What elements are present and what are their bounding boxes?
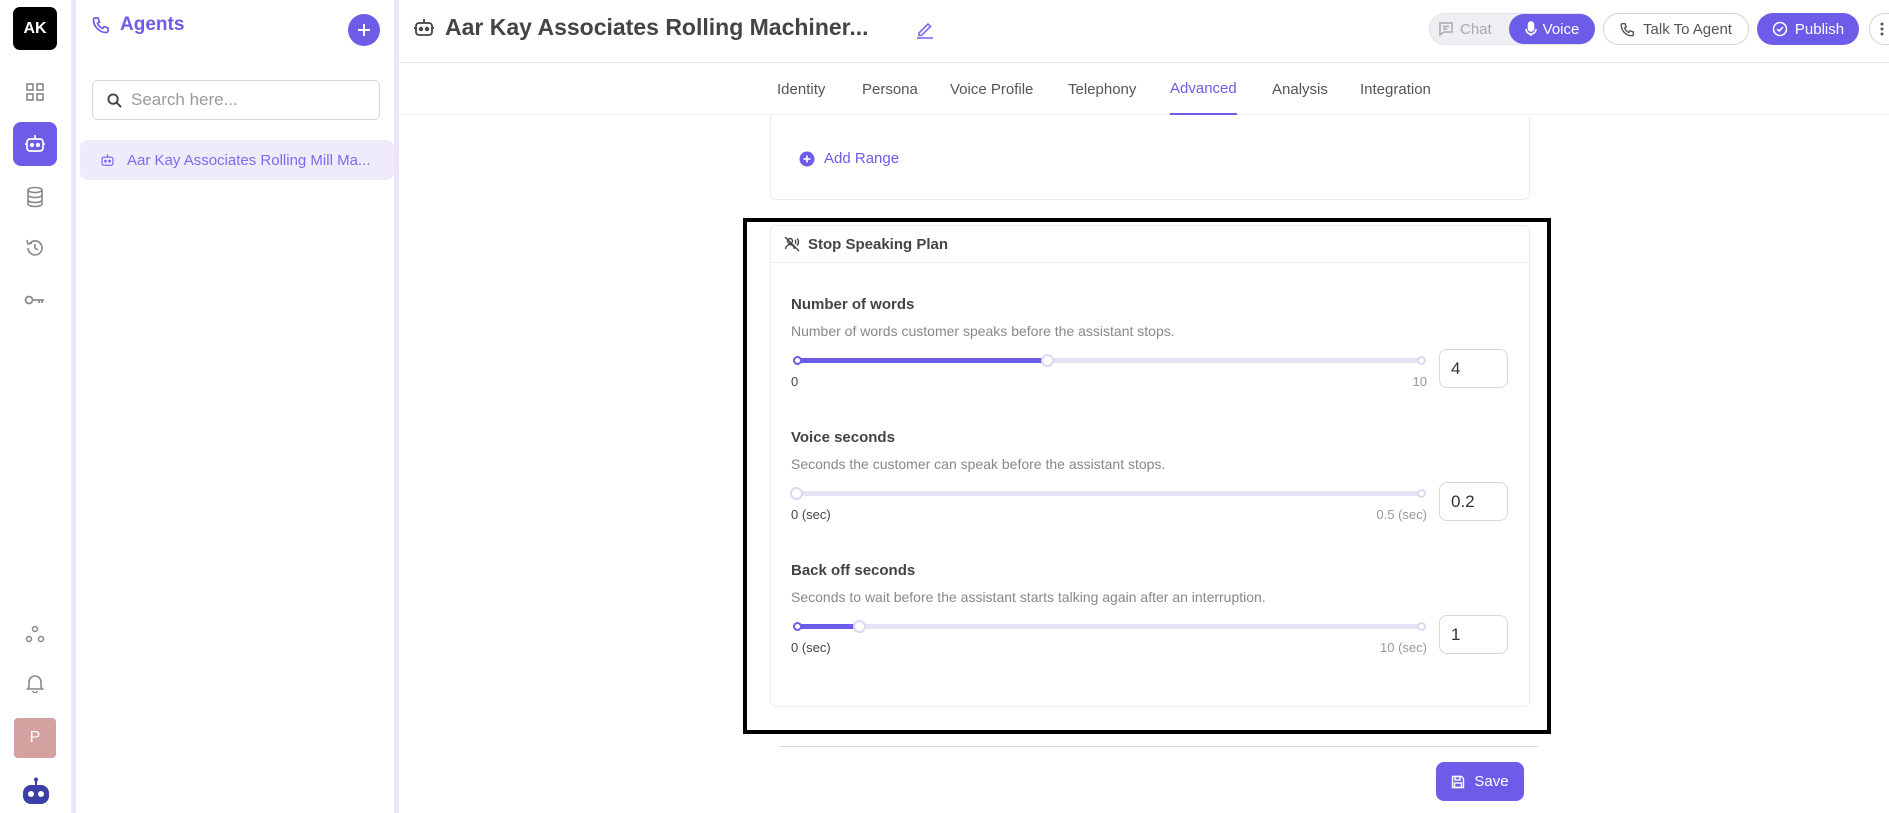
- mute-speaker-icon: [784, 236, 800, 252]
- publish-label: Publish: [1794, 20, 1845, 38]
- tab-advanced[interactable]: Advanced: [1170, 63, 1237, 115]
- voice-seconds-input[interactable]: 0.2: [1439, 482, 1508, 521]
- stop-speaking-plan-card: Stop Speaking Plan Number of words Numbe…: [770, 225, 1530, 707]
- back-off-seconds-input[interactable]: 1: [1439, 615, 1508, 654]
- slider-end-dot: [1417, 622, 1426, 631]
- plus-circle-icon: [799, 151, 815, 167]
- back-off-seconds-slider[interactable]: [793, 620, 1426, 633]
- integrations-icon[interactable]: [13, 612, 57, 656]
- edit-icon[interactable]: [915, 19, 935, 39]
- slider-start-dot: [793, 356, 802, 365]
- bot-logo-icon: [14, 770, 58, 813]
- publish-button[interactable]: Publish: [1757, 13, 1859, 45]
- tab-analysis[interactable]: Analysis: [1272, 63, 1328, 115]
- talk-to-agent-button[interactable]: Talk To Agent: [1603, 13, 1749, 45]
- more-options-button[interactable]: [1869, 13, 1889, 45]
- slider-thumb[interactable]: [852, 620, 866, 633]
- slider-min-label: 0: [791, 374, 799, 389]
- add-range-label: Add Range: [824, 150, 900, 167]
- icon-rail: AK P: [0, 0, 72, 813]
- slider-fill: [796, 358, 1047, 363]
- field-label: Back off seconds: [791, 562, 916, 579]
- field-description: Seconds to wait before the assistant sta…: [791, 589, 1266, 605]
- talk-to-agent-label: Talk To Agent: [1643, 20, 1732, 38]
- agent-title: Aar Kay Associates Rolling Machiner...: [445, 14, 869, 40]
- search-input[interactable]: [131, 90, 361, 110]
- tab-voice-profile[interactable]: Voice Profile: [950, 63, 1033, 115]
- key-icon[interactable]: [13, 278, 57, 322]
- phone-icon: [1620, 22, 1635, 37]
- slider-thumb[interactable]: [1040, 354, 1054, 367]
- number-of-words-input[interactable]: 4: [1439, 349, 1508, 388]
- more-vertical-icon: [1880, 22, 1884, 36]
- slider-thumb[interactable]: [790, 487, 803, 500]
- slider-start-dot: [793, 622, 802, 631]
- agents-panel: Agents Aar Kay Associates Rolling Mill M…: [76, 0, 394, 813]
- save-label: Save: [1474, 773, 1509, 790]
- slider-min-label: 0 (sec): [791, 507, 831, 522]
- slider-max-label: 10 (sec): [1380, 640, 1427, 655]
- voice-mode-button[interactable]: Voice: [1509, 14, 1595, 44]
- phone-icon: [92, 16, 110, 34]
- workspace-logo[interactable]: AK: [13, 7, 57, 50]
- tab-persona[interactable]: Persona: [862, 63, 918, 115]
- slider-max-label: 0.5 (sec): [1376, 507, 1427, 522]
- tab-integration[interactable]: Integration: [1360, 63, 1431, 115]
- chat-icon: [1438, 21, 1454, 37]
- footer-divider: [779, 746, 1538, 747]
- voice-seconds-slider[interactable]: [790, 487, 1426, 500]
- settings-tabs: Identity Persona Voice Profile Telephony…: [399, 63, 1889, 115]
- field-description: Seconds the customer can speak before th…: [791, 456, 1166, 472]
- field-description: Number of words customer speaks before t…: [791, 323, 1175, 339]
- number-of-words-slider[interactable]: [793, 354, 1426, 367]
- tab-telephony[interactable]: Telephony: [1068, 63, 1136, 115]
- database-icon[interactable]: [13, 175, 57, 219]
- agent-list-item-label: Aar Kay Associates Rolling Mill Ma...: [127, 151, 371, 169]
- save-button[interactable]: Save: [1436, 762, 1524, 801]
- microphone-icon: [1524, 21, 1537, 37]
- save-icon: [1451, 775, 1465, 789]
- number-of-words-field: Number of words Number of words customer…: [791, 296, 1511, 389]
- slider-end-dot: [1417, 356, 1426, 365]
- top-header: Aar Kay Associates Rolling Machiner... C…: [399, 0, 1889, 63]
- slider-fill: [796, 624, 859, 629]
- agent-title-group: Aar Kay Associates Rolling Machiner...: [413, 14, 869, 41]
- agents-panel-header: Agents: [92, 14, 184, 36]
- panel-divider-right: [394, 0, 399, 813]
- user-avatar[interactable]: P: [14, 718, 56, 758]
- field-label: Voice seconds: [791, 429, 895, 446]
- check-circle-icon: [1772, 21, 1788, 37]
- mode-toggle: Chat Voice: [1429, 13, 1595, 45]
- slider-end-dot: [1417, 489, 1426, 498]
- back-off-seconds-field: Back off seconds Seconds to wait before …: [791, 562, 1511, 655]
- stop-speaking-plan-title: Stop Speaking Plan: [808, 235, 949, 253]
- notifications-icon[interactable]: [13, 661, 57, 705]
- add-range-button[interactable]: Add Range: [799, 150, 899, 167]
- add-agent-button[interactable]: [348, 14, 380, 46]
- slider-min-label: 0 (sec): [791, 640, 831, 655]
- chat-mode-button[interactable]: Chat: [1438, 14, 1492, 44]
- robot-icon: [100, 153, 115, 168]
- chat-mode-label: Chat: [1460, 20, 1492, 38]
- voice-mode-label: Voice: [1542, 20, 1580, 38]
- field-label: Number of words: [791, 296, 915, 313]
- robot-icon: [413, 17, 435, 39]
- agents-title: Agents: [120, 14, 185, 35]
- stop-speaking-plan-header: Stop Speaking Plan: [771, 226, 1529, 263]
- agent-list-item[interactable]: Aar Kay Associates Rolling Mill Ma...: [80, 140, 394, 180]
- slider-max-label: 10: [1412, 374, 1427, 389]
- voice-seconds-field: Voice seconds Seconds the customer can s…: [790, 429, 1511, 522]
- history-icon[interactable]: [13, 226, 57, 270]
- ranges-card: Add Range: [770, 116, 1530, 200]
- agents-icon[interactable]: [13, 122, 57, 166]
- tab-identity[interactable]: Identity: [777, 63, 825, 115]
- search-icon: [107, 92, 122, 108]
- dashboard-icon[interactable]: [13, 70, 57, 114]
- agent-search[interactable]: [92, 80, 380, 120]
